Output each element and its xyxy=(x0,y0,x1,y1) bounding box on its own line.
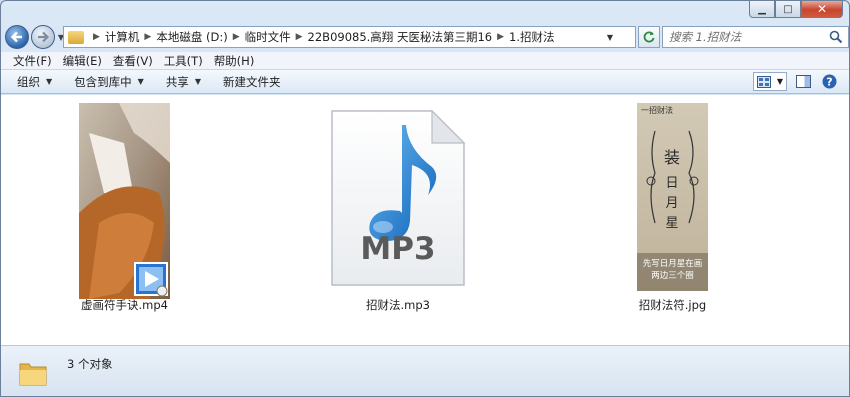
chevron-down-icon: ▼ xyxy=(137,77,144,86)
file-item-audio[interactable]: MP3 招财法.mp3 xyxy=(328,109,468,314)
search-icon xyxy=(829,30,843,44)
svg-text:?: ? xyxy=(826,76,832,89)
folder-icon xyxy=(68,30,84,44)
menu-tools[interactable]: 工具(T) xyxy=(164,53,203,69)
image-caption-line-1: 先写日月星在画 xyxy=(642,259,703,269)
file-item-image[interactable]: 装 日 月 星 一招财法 先写日月星在画 两边三个圈 招财法符.jpg xyxy=(637,103,708,313)
svg-text:月: 月 xyxy=(665,196,678,211)
chevron-right-icon[interactable]: ▶ xyxy=(144,32,151,42)
include-library-button[interactable]: 包含到库中 ▼ xyxy=(74,74,144,90)
close-button[interactable]: ✕ xyxy=(801,1,843,18)
help-button[interactable]: ? xyxy=(819,72,839,91)
mp3-badge-text: MP3 xyxy=(360,235,435,265)
menu-bar: 文件(F) 编辑(E) 查看(V) 工具(T) 帮助(H) xyxy=(1,52,849,70)
menu-file[interactable]: 文件(F) xyxy=(13,53,52,69)
breadcrumb-temp[interactable]: 临时文件 xyxy=(245,29,291,45)
address-bar[interactable]: ▶ 计算机 ▶ 本地磁盘 (D:) ▶ 临时文件 ▶ 22B09085.高翔 天… xyxy=(63,26,636,48)
folder-icon xyxy=(19,363,47,386)
image-caption-line-2: 两边三个圈 xyxy=(651,271,694,281)
chevron-right-icon[interactable]: ▶ xyxy=(233,32,240,42)
share-label: 共享 xyxy=(165,74,189,89)
svg-text:星: 星 xyxy=(665,216,678,231)
video-thumbnail-icon xyxy=(79,103,170,299)
chevron-down-icon: ▼ xyxy=(46,77,53,86)
share-button[interactable]: 共享 ▼ xyxy=(166,74,201,90)
view-controls: ▼ ? xyxy=(753,72,839,91)
include-library-label: 包含到库中 xyxy=(74,74,132,89)
minimize-button[interactable]: ▁ xyxy=(749,1,775,18)
navigation-row: ▼ ▶ 计算机 ▶ 本地磁盘 (D:) ▶ 临时文件 ▶ 22B09085.高翔… xyxy=(5,23,849,51)
help-icon: ? xyxy=(822,74,836,89)
svg-text:日: 日 xyxy=(665,176,678,191)
explorer-window: ▁ □ ✕ ▼ ▶ 计算机 ▶ 本地磁盘 (D:) ▶ 临时文件 ▶ 22B09… xyxy=(0,0,850,397)
chevron-right-icon[interactable]: ▶ xyxy=(497,32,504,42)
file-item-video[interactable]: 虚画符手诀.mp4 xyxy=(79,103,170,313)
maximize-button[interactable]: □ xyxy=(775,1,801,18)
back-arrow-icon xyxy=(10,31,22,43)
search-placeholder: 搜索 1.招财法 xyxy=(669,30,742,44)
change-view-button[interactable]: ▼ xyxy=(753,72,787,91)
refresh-button[interactable] xyxy=(638,26,660,48)
address-dropdown[interactable]: ▼ xyxy=(603,27,617,47)
file-list-pane: 虚画符手诀.mp4 MP3 招财法.mp3 装 日 月 星 一招财法 先写日月星… xyxy=(1,95,849,345)
file-name: 虚画符手诀.mp4 xyxy=(81,298,168,312)
new-folder-label: 新建文件夹 xyxy=(222,74,281,89)
file-name: 招财法符.jpg xyxy=(638,298,707,312)
command-bar: 组织 ▼ 包含到库中 ▼ 共享 ▼ 新建文件夹 ▼ ? xyxy=(1,70,849,94)
view-grid-icon xyxy=(756,75,771,88)
breadcrumb-drive[interactable]: 本地磁盘 (D:) xyxy=(156,29,227,45)
chevron-down-icon[interactable]: ▼ xyxy=(777,77,783,86)
file-name: 招财法.mp3 xyxy=(366,298,430,312)
breadcrumb-computer[interactable]: 计算机 xyxy=(105,29,140,45)
back-button[interactable] xyxy=(5,25,29,49)
refresh-icon xyxy=(643,31,655,43)
chevron-right-icon[interactable]: ▶ xyxy=(296,32,303,42)
organize-button[interactable]: 组织 ▼ xyxy=(17,74,52,90)
chevron-right-icon: ▶ xyxy=(93,32,100,42)
chevron-down-icon: ▼ xyxy=(194,77,201,86)
menu-edit[interactable]: 编辑(E) xyxy=(63,53,102,69)
status-item-count: 3 个对象 xyxy=(67,357,113,371)
talisman-header: 一招财法 xyxy=(641,106,673,115)
forward-arrow-icon xyxy=(38,31,50,43)
breadcrumb-course[interactable]: 22B09085.高翔 天医秘法第三期16 xyxy=(308,29,493,45)
organize-label: 组织 xyxy=(17,74,40,89)
preview-pane-icon xyxy=(795,75,811,88)
breadcrumb-current[interactable]: 1.招财法 xyxy=(509,29,554,45)
mp3-badge: MP3 xyxy=(360,235,435,265)
search-input[interactable]: 搜索 1.招财法 xyxy=(662,26,849,48)
preview-pane-button[interactable] xyxy=(793,72,813,91)
caption-buttons: ▁ □ ✕ xyxy=(749,1,843,18)
menu-help[interactable]: 帮助(H) xyxy=(214,53,255,69)
menu-view[interactable]: 查看(V) xyxy=(113,53,153,69)
svg-text:装: 装 xyxy=(664,148,680,167)
forward-button[interactable] xyxy=(31,25,55,49)
status-bar: 3 个对象 xyxy=(1,345,849,396)
new-folder-button[interactable]: 新建文件夹 xyxy=(223,74,281,90)
talisman-image-thumbnail: 装 日 月 星 一招财法 先写日月星在画 两边三个圈 xyxy=(637,103,708,291)
